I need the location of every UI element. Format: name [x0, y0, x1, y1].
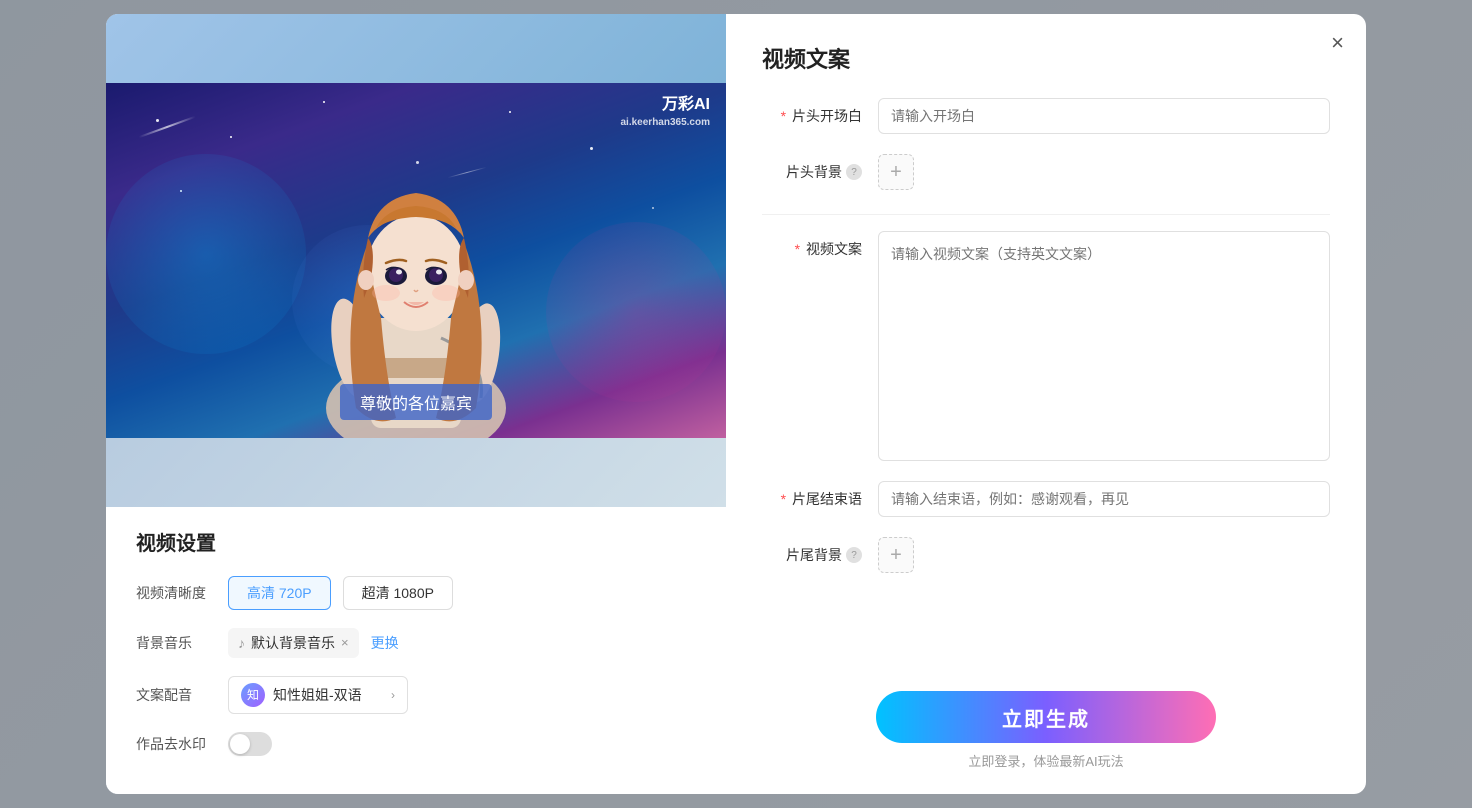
video-settings-panel: 视频设置 视频清晰度 高清 720P 超清 1080P 背景音乐 ♪ 默认背景音…: [106, 507, 726, 794]
voice-name-label: 知性姐姐-双语: [273, 685, 383, 705]
ending-label: * 片尾结束语: [762, 481, 862, 509]
voice-label: 文案配音: [136, 685, 216, 705]
voice-avatar: 知: [241, 683, 265, 707]
main-modal: 万彩AI ai.keerhan365.com 尊敬的各位嘉宾 视频设置 视频清晰…: [106, 14, 1366, 794]
required-star-3: *: [781, 491, 786, 507]
generate-section: 立即生成 立即登录，体验最新AI玩法: [762, 675, 1330, 770]
ending-input[interactable]: [878, 481, 1330, 517]
panel-title: 视频文案: [762, 42, 1330, 74]
tail-bg-help-icon[interactable]: ?: [846, 547, 862, 563]
watermark-url: ai.keerhan365.com: [621, 116, 711, 129]
watermark-brand: 万彩AI: [621, 95, 711, 116]
watermark-toggle[interactable]: [228, 732, 272, 756]
required-star-2: *: [795, 241, 800, 257]
form-row-header-bg: 片头背景 ? +: [762, 154, 1330, 190]
quality-label: 视频清晰度: [136, 583, 216, 603]
quality-1080p-btn[interactable]: 超清 1080P: [343, 576, 453, 610]
copy-label: * 视频文案: [762, 231, 862, 259]
watermark-row: 作品去水印: [136, 732, 696, 756]
music-change-btn[interactable]: 更换: [371, 633, 399, 653]
subtitle-bar: 尊敬的各位嘉宾: [340, 384, 492, 420]
music-label: 背景音乐: [136, 633, 216, 653]
music-row: 背景音乐 ♪ 默认背景音乐 × 更换: [136, 628, 696, 658]
generate-btn[interactable]: 立即生成: [876, 691, 1216, 743]
form-row-ending: * 片尾结束语: [762, 481, 1330, 517]
quality-row: 视频清晰度 高清 720P 超清 1080P: [136, 576, 696, 610]
header-bg-help-icon[interactable]: ?: [846, 164, 862, 180]
quality-720p-btn[interactable]: 高清 720P: [228, 576, 331, 610]
login-hint-text: 立即登录，体验最新AI玩法: [968, 754, 1123, 769]
form-row-opening: * 片头开场白: [762, 98, 1330, 134]
form-row-copy: * 视频文案: [762, 231, 1330, 461]
tail-bg-add-btn[interactable]: +: [878, 537, 914, 573]
voice-row: 文案配音 知 知性姐姐-双语 ›: [136, 676, 696, 714]
watermark-label: 作品去水印: [136, 734, 216, 754]
opening-input[interactable]: [878, 98, 1330, 134]
opening-label-text: 片头开场白: [792, 108, 862, 124]
copy-textarea[interactable]: [878, 231, 1330, 461]
ending-label-text: 片尾结束语: [792, 491, 862, 507]
tail-bg-label-text: 片尾背景: [786, 545, 842, 565]
divider: [762, 214, 1330, 215]
watermark: 万彩AI ai.keerhan365.com: [621, 95, 711, 129]
copy-label-text: 视频文案: [806, 241, 862, 257]
opening-label: * 片头开场白: [762, 98, 862, 126]
voice-selector[interactable]: 知 知性姐姐-双语 ›: [228, 676, 408, 714]
login-hint: 立即登录，体验最新AI玩法: [968, 751, 1123, 770]
video-preview-bottom: [106, 438, 726, 507]
modal-overlay: 万彩AI ai.keerhan365.com 尊敬的各位嘉宾 视频设置 视频清晰…: [0, 0, 1472, 808]
subtitle-text: 尊敬的各位嘉宾: [360, 396, 472, 413]
form-row-tail-bg: 片尾背景 ? +: [762, 537, 1330, 573]
voice-arrow-icon: ›: [391, 688, 395, 702]
right-panel: × 视频文案 * 片头开场白 片头背景 ? +: [726, 14, 1366, 794]
left-panel: 万彩AI ai.keerhan365.com 尊敬的各位嘉宾 视频设置 视频清晰…: [106, 14, 726, 794]
music-name: 默认背景音乐: [251, 633, 335, 653]
header-bg-label-text: 片头背景: [786, 162, 842, 182]
tail-bg-label: 片尾背景 ?: [762, 537, 862, 565]
music-tag: ♪ 默认背景音乐 ×: [228, 628, 359, 658]
video-preview-main: 万彩AI ai.keerhan365.com 尊敬的各位嘉宾: [106, 83, 726, 438]
header-bg-add-btn[interactable]: +: [878, 154, 914, 190]
settings-title: 视频设置: [136, 527, 696, 556]
music-icon: ♪: [238, 635, 245, 651]
music-close-btn[interactable]: ×: [341, 635, 349, 650]
close-btn[interactable]: ×: [1331, 32, 1344, 54]
required-star-1: *: [781, 108, 786, 124]
video-preview-top: [106, 14, 726, 83]
header-bg-label: 片头背景 ?: [762, 154, 862, 182]
